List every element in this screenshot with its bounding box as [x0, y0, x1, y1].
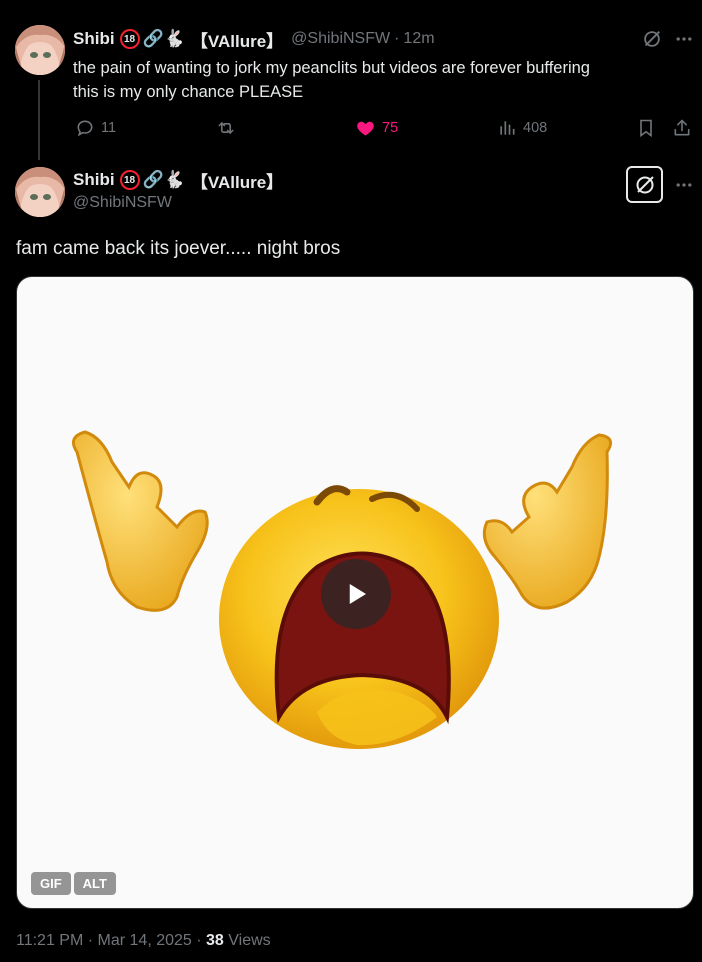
name-tag: 【VAllure】 [190, 31, 284, 51]
display-name[interactable]: Shibi [73, 170, 115, 190]
separator: · [394, 30, 400, 47]
reply-button[interactable]: 11 [75, 116, 116, 140]
more-icon[interactable] [672, 173, 696, 197]
reply-icon [77, 120, 93, 137]
name-emojis: 🔗🐇 [142, 29, 185, 48]
handle[interactable]: @ShibiNSFW [73, 194, 283, 212]
play-icon [349, 584, 366, 604]
relative-time[interactable]: 12m [403, 30, 434, 48]
thread-connector-line [38, 80, 40, 160]
views-label: Views [223, 932, 271, 949]
like-icon [357, 121, 374, 136]
display-name[interactable]: Shibi [73, 29, 115, 49]
name-tag: 【VAllure】 [190, 172, 284, 192]
age-badge: 18 [119, 29, 140, 49]
like-button[interactable]: 75 [355, 116, 398, 140]
bookmark-icon [640, 119, 652, 138]
share-button[interactable] [672, 116, 692, 140]
retweet-button[interactable] [215, 116, 237, 140]
media-badges: GIF ALT [31, 872, 116, 895]
tweet-text-line: this is my only chance PLEASE [73, 83, 304, 101]
parent-action-bar: 11 75 408 [73, 116, 698, 140]
tweet-header: Shibi 18 🔗🐇 【VAllure】 @ShibiNSFW [73, 168, 283, 212]
age-badge: 18 [119, 170, 140, 190]
bookmark-button[interactable] [636, 116, 656, 140]
grok-icon[interactable] [626, 166, 663, 203]
tweet-thread: Shibi 18 🔗🐇 【VAllure】 @ShibiNSFW · 12m t… [0, 0, 702, 962]
parent-tweet-text: the pain of wanting to jork my peanclits… [73, 56, 673, 104]
name-emojis: 🔗🐇 [142, 170, 185, 189]
share-icon [674, 119, 690, 136]
avatar[interactable] [15, 25, 65, 75]
parent-header: Shibi 18 🔗🐇 【VAllure】 @ShibiNSFW · 12m [73, 27, 435, 51]
tweet-meta: 11:21 PM · Mar 14, 2025 · 38 Views [16, 932, 271, 950]
avatar[interactable] [15, 167, 65, 217]
views-button[interactable]: 408 [497, 116, 547, 140]
gif-badge[interactable]: GIF [31, 872, 71, 895]
like-count: 75 [382, 120, 399, 136]
more-icon[interactable] [672, 27, 696, 51]
tweet-text: fam came back its joever..... night bros [16, 238, 341, 259]
play-button[interactable] [321, 559, 391, 629]
handle[interactable]: @ShibiNSFW [291, 30, 390, 48]
views-count: 38 [206, 932, 224, 949]
avatar-image [15, 25, 65, 75]
timestamp[interactable]: 11:21 PM · Mar 14, 2025 · [16, 932, 206, 949]
reply-count: 11 [101, 120, 117, 136]
tweet-text-line: the pain of wanting to jork my peanclits… [73, 59, 590, 77]
grok-icon[interactable] [640, 27, 664, 51]
avatar-image [15, 167, 65, 217]
views-count: 408 [523, 120, 548, 136]
retweet-icon [218, 122, 234, 134]
alt-badge[interactable]: ALT [73, 872, 116, 895]
views-icon [500, 121, 515, 135]
gif-media[interactable]: GIF ALT [16, 276, 694, 909]
